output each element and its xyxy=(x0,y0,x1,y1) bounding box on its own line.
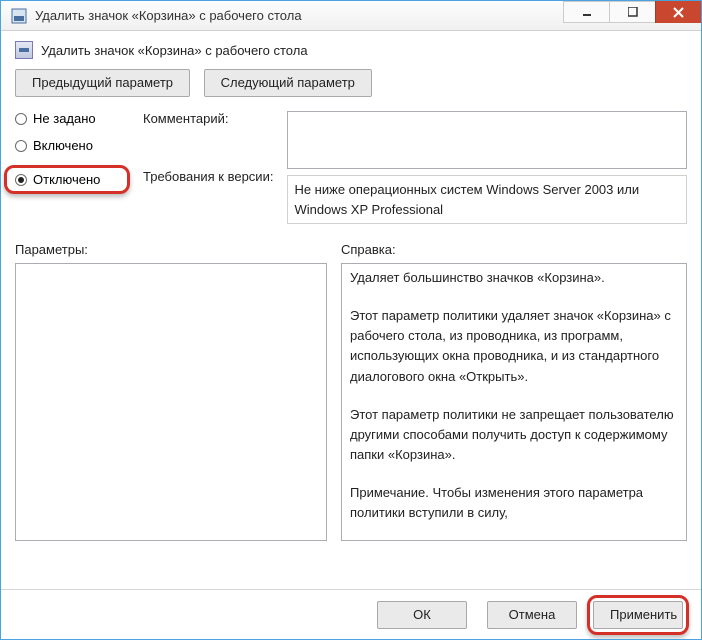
radio-label: Включено xyxy=(33,138,93,153)
policy-editor-window: Удалить значок «Корзина» с рабочего стол… xyxy=(0,0,702,640)
radio-circle-icon xyxy=(15,113,27,125)
highlight-annotation: Применить xyxy=(587,595,689,635)
prev-setting-button[interactable]: Предыдущий параметр xyxy=(15,69,190,97)
requirements-text: Не ниже операционных систем Windows Serv… xyxy=(287,175,687,224)
help-paragraph: Удаляет большинство значков «Корзина». xyxy=(350,268,678,288)
parameters-box[interactable] xyxy=(15,263,327,541)
help-box[interactable]: Удаляет большинство значков «Корзина». Э… xyxy=(341,263,687,541)
upper-section: Не задано Включено Отключено Комментарий… xyxy=(15,111,687,224)
maximize-button[interactable] xyxy=(609,1,655,23)
lower-section: Параметры: Справка: Удаляет большинство … xyxy=(15,242,687,541)
window-title: Удалить значок «Корзина» с рабочего стол… xyxy=(35,8,563,23)
help-paragraph: Этот параметр политики не запрещает поль… xyxy=(350,405,678,465)
values-column: Не ниже операционных систем Windows Serv… xyxy=(287,111,687,224)
help-panel: Справка: Удаляет большинство значков «Ко… xyxy=(341,242,687,541)
comment-label: Комментарий: xyxy=(143,111,273,169)
requirements-label: Требования к версии: xyxy=(143,169,273,184)
nav-buttons: Предыдущий параметр Следующий параметр xyxy=(15,69,687,97)
next-setting-button[interactable]: Следующий параметр xyxy=(204,69,372,97)
policy-title: Удалить значок «Корзина» с рабочего стол… xyxy=(41,43,308,58)
labels-column: Комментарий: Требования к версии: xyxy=(143,111,273,224)
app-icon xyxy=(9,6,29,26)
radio-label: Не задано xyxy=(33,111,96,126)
help-paragraph: Этот параметр политики удаляет значок «К… xyxy=(350,306,678,387)
radio-circle-icon xyxy=(15,140,27,152)
help-label: Справка: xyxy=(341,242,687,257)
footer-buttons: ОК Отмена Применить xyxy=(1,589,701,639)
highlight-annotation: Отключено xyxy=(4,165,130,194)
close-button[interactable] xyxy=(655,1,701,23)
parameters-panel: Параметры: xyxy=(15,242,327,541)
policy-icon xyxy=(15,41,33,59)
radio-not-configured[interactable]: Не задано xyxy=(15,111,129,126)
radio-enabled[interactable]: Включено xyxy=(15,138,129,153)
radio-label: Отключено xyxy=(33,172,100,187)
comment-textarea[interactable] xyxy=(287,111,687,169)
ok-button[interactable]: ОК xyxy=(377,601,467,629)
parameters-label: Параметры: xyxy=(15,242,327,257)
window-controls xyxy=(563,1,701,23)
policy-header: Удалить значок «Корзина» с рабочего стол… xyxy=(15,41,687,59)
content-area: Удалить значок «Корзина» с рабочего стол… xyxy=(1,31,701,579)
titlebar: Удалить значок «Корзина» с рабочего стол… xyxy=(1,1,701,31)
minimize-button[interactable] xyxy=(563,1,609,23)
radio-circle-icon xyxy=(15,174,27,186)
apply-button[interactable]: Применить xyxy=(593,601,683,629)
cancel-button[interactable]: Отмена xyxy=(487,601,577,629)
state-radio-group: Не задано Включено Отключено xyxy=(15,111,129,224)
radio-disabled[interactable]: Отключено xyxy=(15,172,119,187)
help-paragraph: Примечание. Чтобы изменения этого параме… xyxy=(350,483,678,523)
